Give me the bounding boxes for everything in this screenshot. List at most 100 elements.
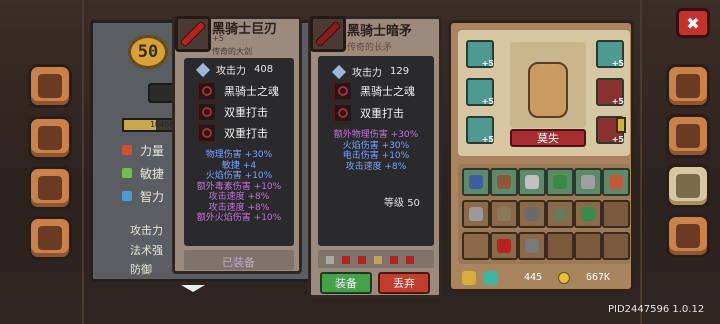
bag-slot[interactable]: [546, 168, 574, 196]
bonus-line: 敏捷 +4: [221, 160, 257, 171]
stat-intelligence: 智力: [122, 186, 164, 206]
sword-stat-icon: [331, 64, 347, 79]
bag-slot[interactable]: [518, 232, 546, 260]
stat-magic: 法术强: [122, 241, 163, 259]
tab-cards[interactable]: [28, 116, 72, 160]
stat-label: 智力: [140, 189, 165, 204]
intelligence-icon: [122, 191, 132, 201]
slot-ring[interactable]: +5: [466, 78, 494, 106]
attack-value: 408: [254, 64, 274, 75]
bag-slot[interactable]: [490, 168, 518, 196]
tab-helmet[interactable]: [666, 64, 710, 108]
bag-slot[interactable]: [574, 168, 602, 196]
coin-icon: [558, 272, 570, 284]
bag-slot[interactable]: [546, 200, 574, 228]
slot-necklace[interactable]: +5: [466, 40, 494, 68]
cards-icon: [38, 126, 62, 150]
slot-boots[interactable]: +5: [466, 116, 494, 144]
stat-label: 攻击力: [130, 224, 163, 237]
equip-button[interactable]: 装备: [320, 272, 372, 294]
bag-slot[interactable]: [462, 200, 490, 228]
helmet-icon: [676, 74, 700, 98]
lock-icon[interactable]: [462, 271, 476, 285]
slot-bonus: +5: [611, 59, 624, 68]
item-icon: [469, 175, 483, 189]
skill-row: 黑骑士之魂: [198, 82, 279, 100]
level-value: 50: [407, 198, 420, 209]
black-knight-spear-icon: [310, 16, 346, 52]
drop-button[interactable]: 丢弃: [378, 272, 430, 294]
stat-label: 法术强: [130, 244, 163, 257]
slash-icon: [334, 104, 352, 122]
skill-row: 双重打击: [334, 104, 404, 122]
attack-label: 攻击力: [352, 68, 382, 79]
bag-slot[interactable]: [462, 168, 490, 196]
item-icon: [497, 175, 511, 189]
yellow-tab-icon[interactable]: [616, 117, 626, 133]
stat-agility: 敏捷: [122, 163, 164, 183]
skill-label: 双重打击: [360, 107, 404, 120]
bag-slot[interactable]: [490, 200, 518, 228]
slot-bonus: +5: [611, 97, 624, 106]
slot-bonus: +5: [481, 135, 494, 144]
bag-slot[interactable]: [546, 232, 574, 260]
sword-stat-icon: [195, 62, 211, 77]
heart-icon: [390, 256, 398, 264]
item-icon: [469, 239, 483, 253]
slot-helmet[interactable]: +5: [596, 40, 624, 68]
scroll-down-arrow-icon[interactable]: [178, 285, 208, 293]
stat-strength: 力量: [122, 140, 164, 160]
slot-bonus: +5: [481, 59, 494, 68]
slot-bonus: +5: [611, 135, 624, 144]
item-icon: [581, 175, 595, 189]
level-badge: 50: [128, 35, 168, 69]
heart-icon: [342, 256, 350, 264]
bonus-line: 攻击速度 +8%: [208, 202, 270, 213]
tab-gear[interactable]: [666, 164, 710, 208]
cat-character-icon: [528, 62, 568, 118]
sword-icon: [326, 256, 334, 264]
tab-wheel[interactable]: [28, 216, 72, 260]
currency-bar: 445 667K: [458, 268, 630, 288]
stat-label: 敏捷: [140, 166, 165, 181]
attack-label: 攻击力: [216, 66, 246, 77]
bag-slot[interactable]: [574, 232, 602, 260]
item-icon: [497, 239, 511, 253]
item-icon: [609, 175, 623, 189]
gem-icon: [484, 271, 498, 285]
skill-label: 黑骑士之魂: [224, 85, 279, 98]
bag-slot[interactable]: [490, 232, 518, 260]
level-label: 等级: [384, 198, 404, 209]
item-level: 等级 50: [384, 194, 420, 209]
equipped-status: 已装备: [222, 256, 255, 269]
flame-icon: [334, 82, 352, 100]
stat-label: 防御: [130, 263, 152, 276]
slash-icon: [198, 103, 216, 121]
item-icon: [553, 207, 567, 221]
tab-book[interactable]: [28, 64, 72, 108]
item-icon: [525, 239, 539, 253]
tab-settings[interactable]: [666, 214, 710, 258]
character-name: 莫失: [510, 129, 586, 147]
bag-slot[interactable]: [518, 200, 546, 228]
tools-icon: [676, 124, 700, 148]
tab-tools[interactable]: [666, 114, 710, 158]
bonus-line: 电击伤害 +10%: [342, 151, 410, 161]
item-icon: [497, 207, 511, 221]
bag-slot[interactable]: [574, 200, 602, 228]
bonus-line: 火焰伤害 +30%: [342, 140, 410, 151]
skill-label: 黑骑士之魂: [360, 85, 415, 98]
close-button[interactable]: ✖: [676, 8, 710, 38]
pid-version-text: PID2447596 1.0.12: [608, 304, 705, 315]
tab-pets[interactable]: [28, 166, 72, 210]
item-name: 黑骑士暗矛: [347, 24, 413, 39]
item-icon: [469, 207, 483, 221]
stat-label: 力量: [140, 143, 165, 158]
bag-slot[interactable]: [518, 168, 546, 196]
bag-slot[interactable]: [462, 232, 490, 260]
sparkle-icon: [676, 174, 700, 198]
bag-slot[interactable]: [602, 200, 630, 228]
bag-slot[interactable]: [602, 168, 630, 196]
bag-slot[interactable]: [602, 232, 630, 260]
slot-armor[interactable]: +5: [596, 78, 624, 106]
